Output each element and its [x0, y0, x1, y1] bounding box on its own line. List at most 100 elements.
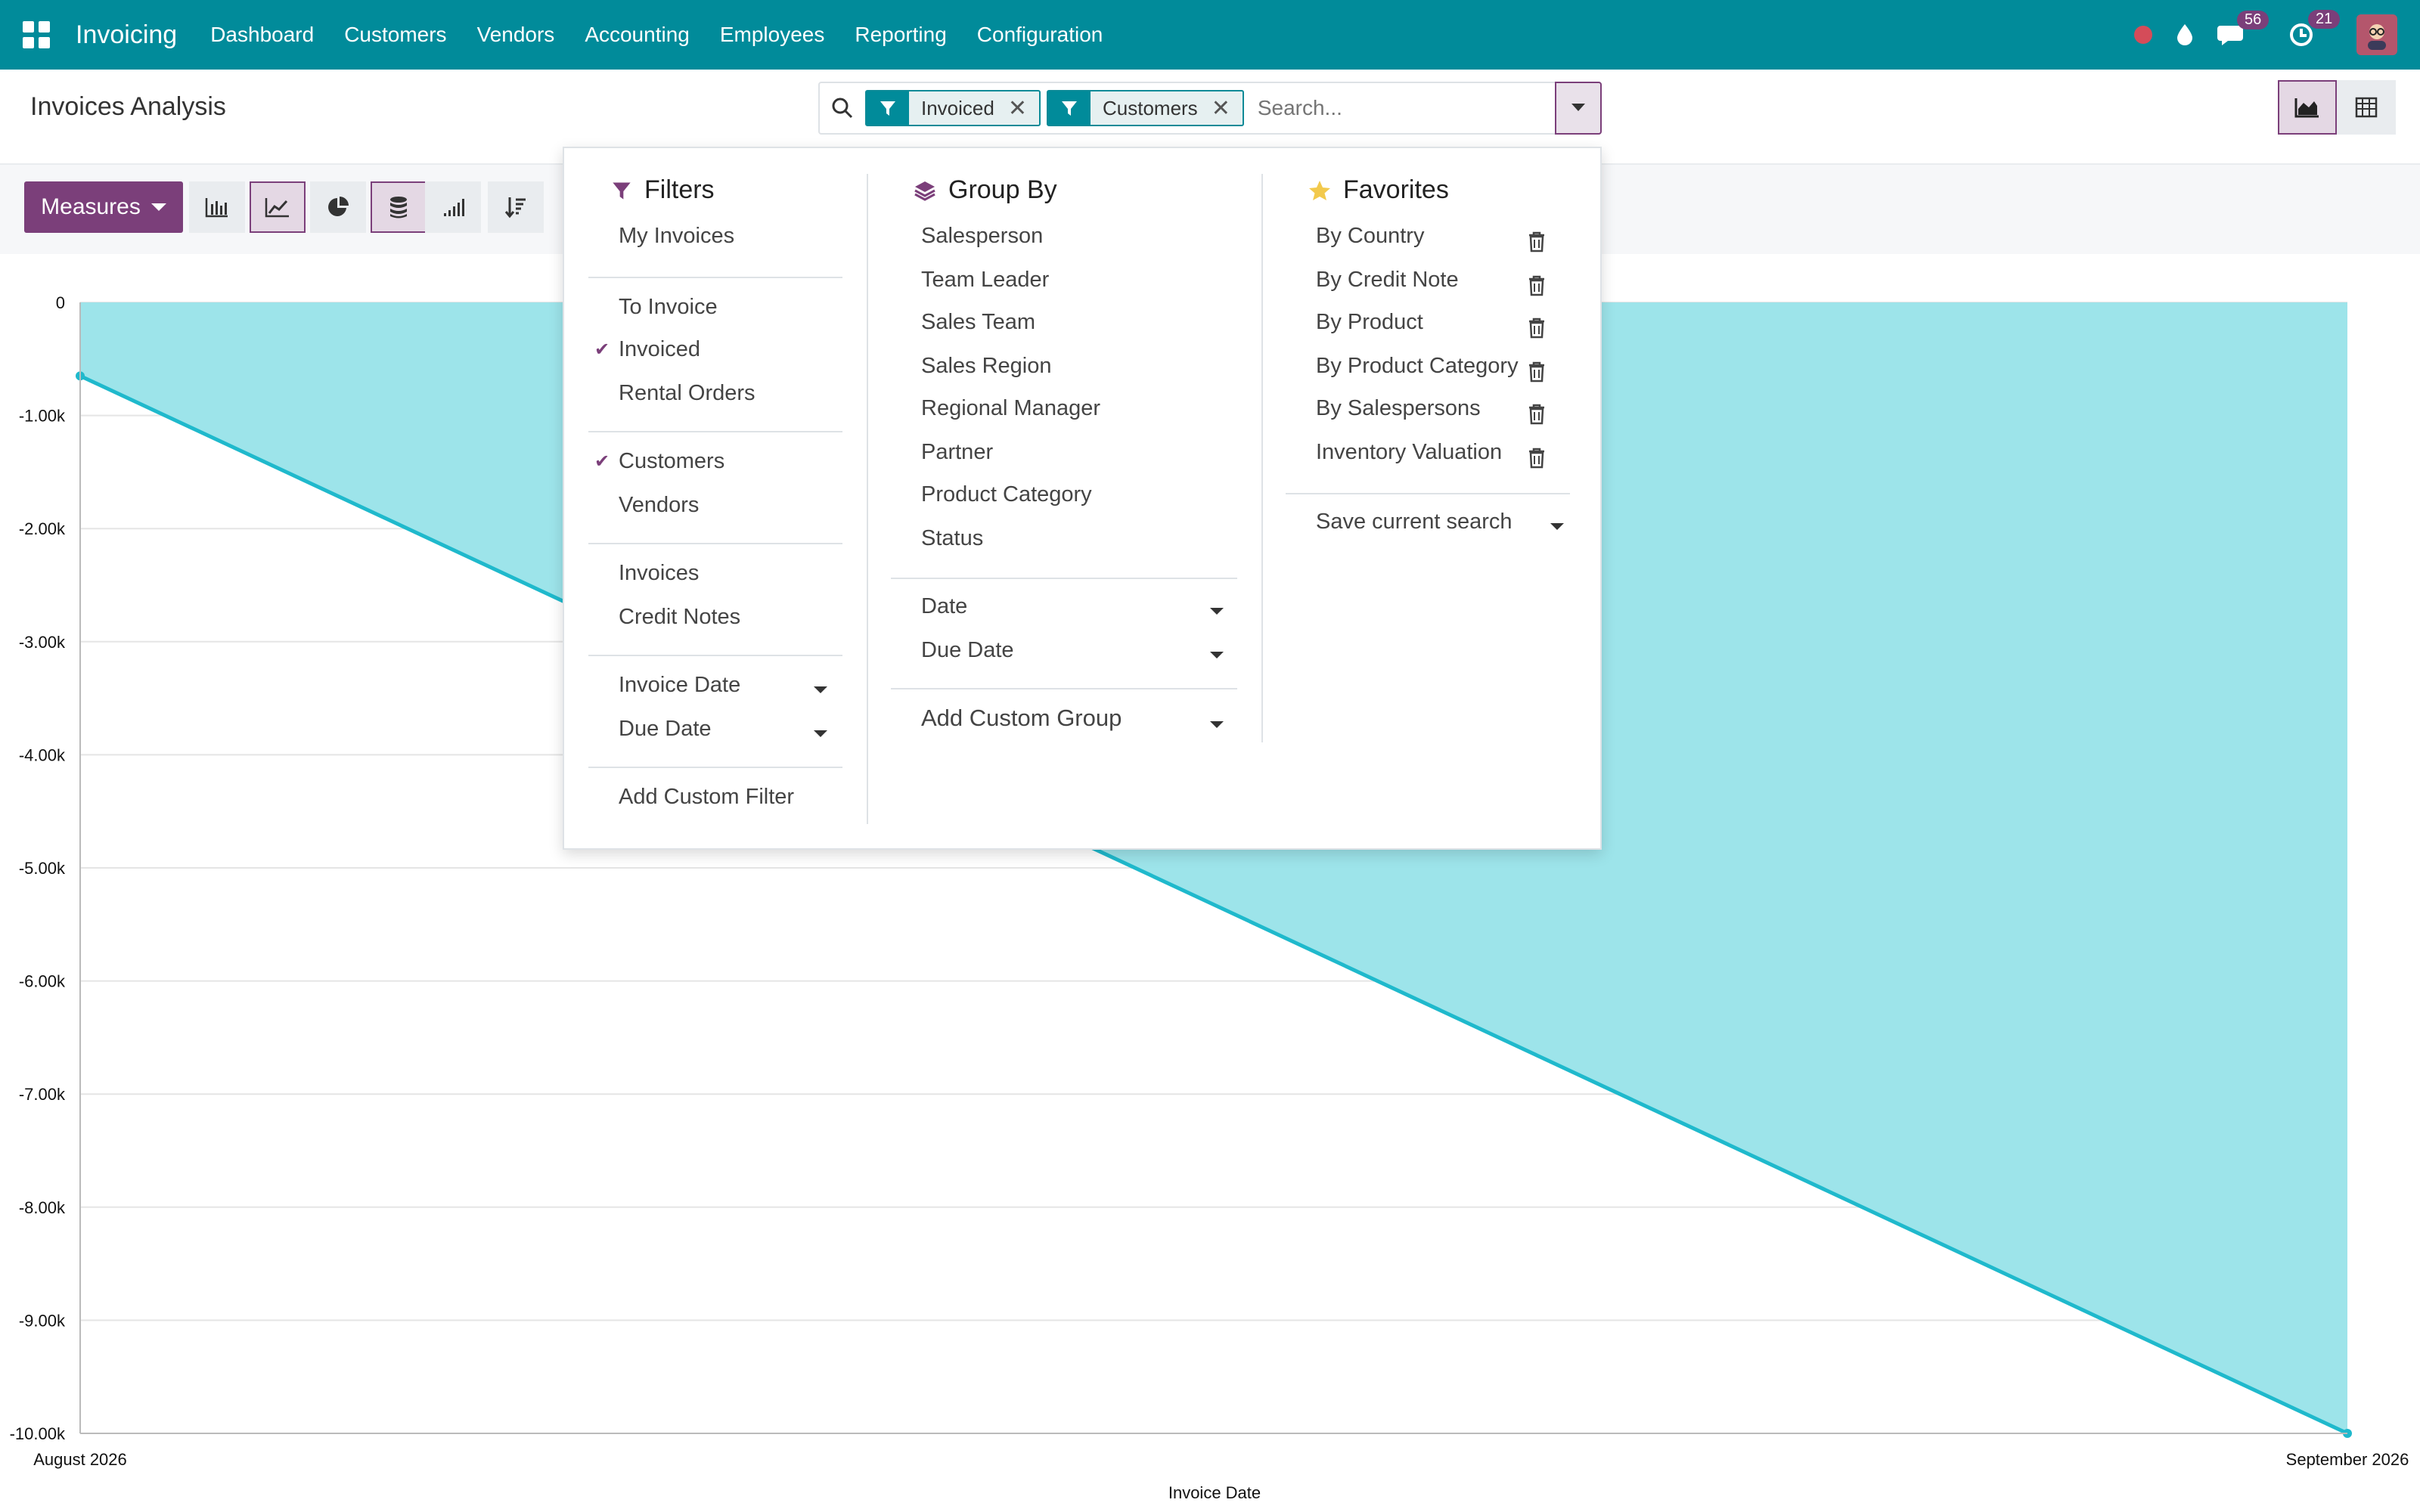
favorites-heading: Favorites — [1308, 175, 1449, 205]
search-options-dropdown: Filters My Invoices To Invoice ✔ Invoiced… — [563, 147, 1602, 850]
groupby-heading: Group By — [914, 175, 1057, 205]
caret-down-icon[interactable] — [1210, 608, 1224, 615]
graph-view-button[interactable] — [2278, 80, 2337, 135]
facet-label: Invoiced — [921, 96, 994, 119]
facet-remove-icon[interactable]: ✕ — [1008, 95, 1039, 122]
groupby-status[interactable]: Status — [921, 526, 983, 551]
caret-down-icon[interactable] — [814, 730, 827, 737]
menu-reporting[interactable]: Reporting — [855, 23, 946, 47]
y-tick-label: -6.00k — [19, 972, 66, 991]
cumulative-button[interactable] — [425, 181, 481, 233]
menu-customers[interactable]: Customers — [344, 23, 446, 47]
groupby-regional-manager[interactable]: Regional Manager — [921, 396, 1100, 421]
filter-credit-notes[interactable]: Credit Notes — [619, 605, 740, 630]
filter-customers[interactable]: ✔ Customers — [594, 449, 725, 474]
search-input[interactable] — [1249, 96, 1555, 120]
filter-icon — [867, 91, 909, 125]
filter-invoice-date[interactable]: Invoice Date — [619, 673, 740, 698]
caret-down-icon[interactable] — [1210, 721, 1224, 728]
facet-remove-icon[interactable]: ✕ — [1212, 95, 1243, 122]
trash-icon[interactable] — [1528, 318, 1546, 339]
trash-icon[interactable] — [1528, 404, 1546, 425]
facet-label: Customers — [1102, 96, 1198, 119]
groupby-due-date[interactable]: Due Date — [921, 638, 1014, 663]
measures-button[interactable]: Measures — [24, 181, 183, 233]
filter-my-invoices[interactable]: My Invoices — [619, 224, 734, 249]
filter-due-date[interactable]: Due Date — [619, 717, 712, 742]
groupby-sales-team[interactable]: Sales Team — [921, 310, 1035, 335]
star-icon — [1309, 180, 1330, 200]
add-custom-filter[interactable]: Add Custom Filter — [619, 785, 794, 810]
groupby-salesperson[interactable]: Salesperson — [921, 224, 1043, 249]
filters-heading: Filters — [611, 175, 715, 205]
y-tick-label: -3.00k — [19, 633, 66, 652]
activity-clock-icon[interactable]: 21 — [2288, 10, 2341, 48]
facet-invoiced: Invoiced ✕ — [865, 90, 1041, 126]
favorite-by-product-category[interactable]: By Product Category — [1316, 354, 1519, 379]
menu-vendors[interactable]: Vendors — [477, 23, 555, 47]
y-tick-label: -9.00k — [19, 1311, 66, 1330]
measures-label: Measures — [41, 194, 141, 219]
groupby-partner[interactable]: Partner — [921, 440, 993, 465]
x-tick-label: September 2026 — [2286, 1450, 2409, 1469]
menu-employees[interactable]: Employees — [720, 23, 825, 47]
groupby-product-category[interactable]: Product Category — [921, 482, 1092, 507]
stacked-button[interactable] — [371, 181, 427, 233]
layers-icon — [914, 181, 935, 201]
favorite-by-salespersons[interactable]: By Salespersons — [1316, 396, 1481, 421]
trash-icon[interactable] — [1528, 231, 1546, 253]
caret-down-icon[interactable] — [814, 686, 827, 693]
filter-invoiced-label: Invoiced — [619, 337, 701, 361]
filter-invoices[interactable]: Invoices — [619, 561, 699, 586]
systray: 56 21 — [2111, 0, 2397, 70]
check-icon: ✔ — [594, 451, 610, 472]
droplet-icon[interactable] — [2175, 23, 2195, 47]
trash-icon[interactable] — [1528, 275, 1546, 296]
filter-invoiced[interactable]: ✔ Invoiced — [594, 337, 701, 362]
search-icon[interactable] — [820, 97, 865, 119]
caret-down-icon[interactable] — [1210, 652, 1224, 658]
favorite-by-product[interactable]: By Product — [1316, 310, 1423, 335]
favorite-by-credit-note[interactable]: By Credit Note — [1316, 268, 1459, 293]
filters-title: Filters — [644, 175, 715, 204]
favorite-by-country[interactable]: By Country — [1316, 224, 1424, 249]
filter-vendors[interactable]: Vendors — [619, 493, 699, 518]
caret-down-icon[interactable] — [1550, 523, 1564, 530]
x-tick-label: August 2026 — [33, 1450, 127, 1469]
divider — [891, 688, 1237, 689]
y-tick-label: -2.00k — [19, 519, 66, 538]
app-name[interactable]: Invoicing — [76, 20, 177, 50]
search-options-toggle[interactable] — [1555, 82, 1602, 135]
groupby-date[interactable]: Date — [921, 594, 967, 619]
save-current-search[interactable]: Save current search — [1316, 510, 1512, 534]
recording-icon[interactable] — [2134, 26, 2152, 44]
chat-icon[interactable]: 56 — [2217, 11, 2270, 47]
trash-icon[interactable] — [1528, 448, 1546, 469]
chat-badge: 56 — [2237, 11, 2270, 29]
filter-to-invoice[interactable]: To Invoice — [619, 295, 718, 320]
groupby-sales-region[interactable]: Sales Region — [921, 354, 1052, 379]
filter-customers-label: Customers — [619, 449, 725, 473]
menu-accounting[interactable]: Accounting — [585, 23, 690, 47]
column-separator — [1261, 174, 1263, 742]
add-custom-group[interactable]: Add Custom Group — [921, 705, 1122, 732]
user-avatar[interactable] — [2356, 14, 2397, 55]
line-chart-button[interactable] — [250, 181, 306, 233]
facet-customers: Customers ✕ — [1046, 90, 1244, 126]
sort-descending-button[interactable] — [488, 181, 544, 233]
favorite-inventory-valuation[interactable]: Inventory Valuation — [1316, 440, 1502, 465]
pivot-view-button[interactable] — [2337, 80, 2396, 135]
menu-configuration[interactable]: Configuration — [977, 23, 1103, 47]
pie-chart-button[interactable] — [310, 181, 366, 233]
check-icon: ✔ — [594, 339, 610, 360]
trash-icon[interactable] — [1528, 361, 1546, 383]
divider — [1286, 493, 1570, 494]
bar-chart-button[interactable] — [189, 181, 245, 233]
groupby-team-leader[interactable]: Team Leader — [921, 268, 1049, 293]
filter-icon — [1047, 91, 1091, 125]
apps-menu-icon[interactable] — [23, 21, 50, 48]
activity-badge: 21 — [2308, 10, 2341, 29]
divider — [588, 655, 842, 656]
filter-rental-orders[interactable]: Rental Orders — [619, 381, 755, 406]
menu-dashboard[interactable]: Dashboard — [210, 23, 314, 47]
